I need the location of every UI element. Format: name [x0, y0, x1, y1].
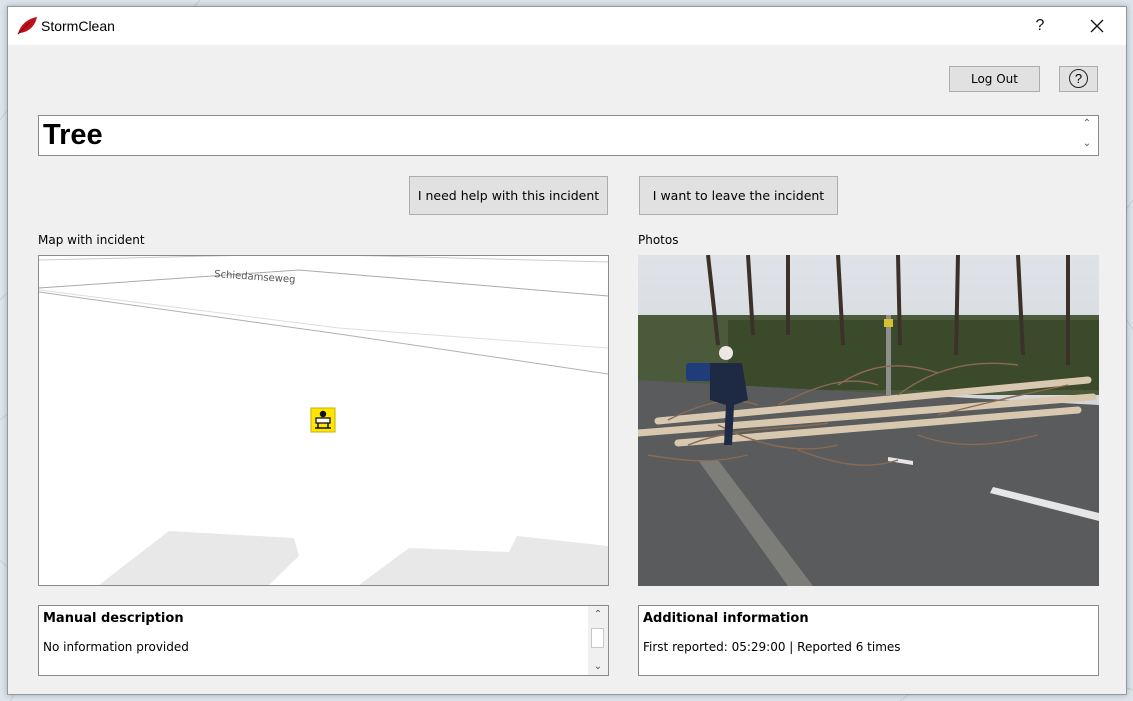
- need-help-button[interactable]: I need help with this incident: [409, 176, 608, 215]
- close-button[interactable]: [1074, 7, 1120, 45]
- chevron-down-icon[interactable]: ⌄: [588, 658, 608, 675]
- additional-text: First reported: 05:29:00 | Reported 6 ti…: [643, 640, 901, 654]
- photos-label: Photos: [638, 233, 679, 247]
- logout-button[interactable]: Log Out: [949, 66, 1040, 92]
- additional-heading: Additional information: [643, 611, 809, 626]
- chevron-down-icon[interactable]: ⌄: [1080, 138, 1094, 149]
- main-window: StormClean ? Log Out ? Tree ⌃ ⌄ I need h…: [7, 6, 1127, 695]
- incident-map[interactable]: Schiedamseweg: [38, 255, 609, 586]
- manual-description-panel[interactable]: Manual description No information provid…: [38, 605, 609, 676]
- help-button[interactable]: ?: [1059, 66, 1098, 92]
- incident-photo[interactable]: [638, 255, 1099, 586]
- leave-incident-button[interactable]: I want to leave the incident: [639, 176, 838, 215]
- description-scrollbar[interactable]: ⌃ ⌄: [588, 606, 608, 675]
- window-title: StormClean: [41, 18, 115, 34]
- chevron-up-icon[interactable]: ⌃: [1080, 118, 1094, 129]
- title-bar: StormClean ?: [8, 7, 1126, 45]
- description-heading: Manual description: [43, 611, 184, 626]
- title-help-button[interactable]: ?: [1017, 7, 1063, 45]
- map-label: Map with incident: [38, 233, 145, 247]
- additional-info-panel: Additional information First reported: 0…: [638, 605, 1099, 676]
- incident-title-field[interactable]: Tree ⌃ ⌄: [38, 115, 1099, 156]
- scroll-thumb[interactable]: [591, 628, 604, 648]
- close-icon: [1090, 19, 1104, 33]
- chevron-up-icon[interactable]: ⌃: [588, 606, 608, 623]
- leaf-icon: [17, 17, 37, 35]
- description-text: No information provided: [43, 640, 189, 654]
- incident-title: Tree: [43, 119, 103, 151]
- roadblock-icon[interactable]: [310, 407, 336, 433]
- help-icon: ?: [1069, 69, 1088, 88]
